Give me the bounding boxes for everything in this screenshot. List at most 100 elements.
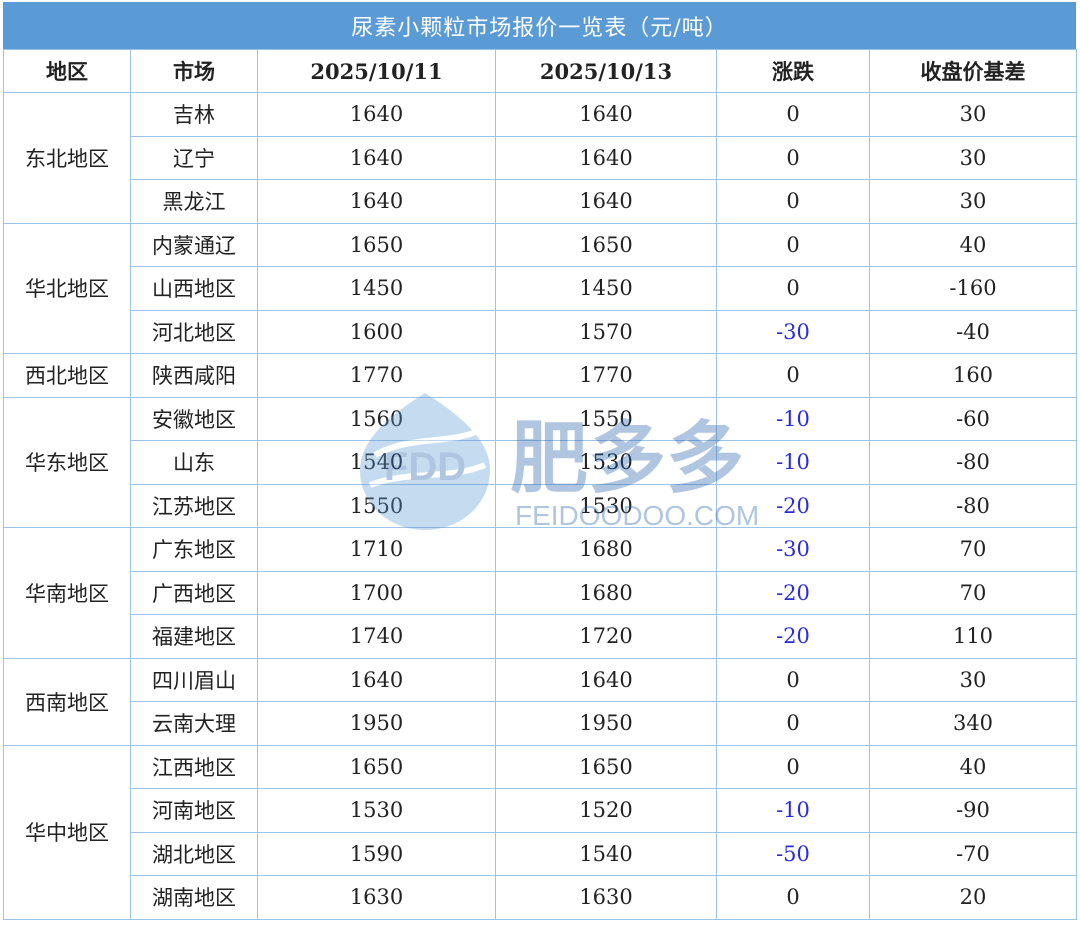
basis-cell: 30 bbox=[869, 92, 1077, 137]
market-cell: 陕西咸阳 bbox=[130, 353, 258, 398]
price-2025-10-13-cell: 1570 bbox=[495, 309, 717, 354]
table-row: 东北地区 吉林 1640 1640 0 30 bbox=[3, 92, 1077, 224]
change-cell: 0 bbox=[716, 92, 870, 137]
market-cell: 广西地区 bbox=[130, 570, 258, 615]
market-cell: 福建地区 bbox=[130, 614, 258, 659]
region-cell: 华中地区 bbox=[3, 744, 131, 920]
price-2025-10-11-cell: 1550 bbox=[257, 483, 496, 528]
basis-cell: 30 bbox=[869, 179, 1077, 224]
header-region: 地区 bbox=[3, 49, 131, 93]
change-cell: -10 bbox=[716, 440, 870, 485]
market-cell: 湖南地区 bbox=[130, 875, 258, 920]
price-2025-10-11-cell: 1740 bbox=[257, 614, 496, 659]
header-row: 地区 市场 2025/10/11 2025/10/13 涨跌 收盘价基差 bbox=[3, 49, 1077, 93]
price-2025-10-13-cell: 1540 bbox=[495, 831, 717, 876]
basis-cell: 160 bbox=[869, 353, 1077, 398]
market-cell: 山西地区 bbox=[130, 266, 258, 311]
market-cell: 安徽地区 bbox=[130, 396, 258, 441]
region-cell: 西北地区 bbox=[3, 353, 131, 398]
market-cell: 河南地区 bbox=[130, 788, 258, 833]
market-cell: 湖北地区 bbox=[130, 831, 258, 876]
price-2025-10-11-cell: 1450 bbox=[257, 266, 496, 311]
market-cell: 江苏地区 bbox=[130, 483, 258, 528]
price-2025-10-13-cell: 1530 bbox=[495, 440, 717, 485]
price-2025-10-13-cell: 1640 bbox=[495, 135, 717, 180]
table-row: 湖北地区 1590 1540 -50 -70 bbox=[4, 831, 1077, 876]
table-title: 尿素小颗粒市场报价一览表（元/吨） bbox=[3, 2, 1076, 49]
table-row: 辽宁 1640 1640 0 30 bbox=[4, 135, 1077, 180]
price-2025-10-13-cell: 1640 bbox=[495, 179, 717, 224]
basis-cell: 70 bbox=[869, 570, 1077, 615]
table-row: 江苏地区 1550 1530 -20 -80 bbox=[4, 483, 1077, 528]
price-2025-10-13-cell: 1640 bbox=[495, 92, 717, 137]
table-row: 广西地区 1700 1680 -20 70 bbox=[4, 570, 1077, 615]
change-cell: -50 bbox=[716, 831, 870, 876]
basis-cell: -60 bbox=[869, 396, 1077, 441]
change-cell: -20 bbox=[716, 570, 870, 615]
price-2025-10-13-cell: 1530 bbox=[495, 483, 717, 528]
price-2025-10-11-cell: 1650 bbox=[257, 744, 496, 789]
basis-cell: -160 bbox=[869, 266, 1077, 311]
change-cell: 0 bbox=[716, 266, 870, 311]
price-2025-10-11-cell: 1560 bbox=[257, 396, 496, 441]
table-row: 华东地区 安徽地区 1560 1550 -10 -60 bbox=[3, 396, 1077, 528]
change-cell: 0 bbox=[716, 701, 870, 746]
price-2025-10-13-cell: 1680 bbox=[495, 570, 717, 615]
price-2025-10-13-cell: 1650 bbox=[495, 222, 717, 267]
table-row: 山东 1540 1530 -10 -80 bbox=[4, 440, 1077, 485]
price-2025-10-11-cell: 1540 bbox=[257, 440, 496, 485]
price-2025-10-13-cell: 1550 bbox=[495, 396, 717, 441]
table-row: 山西地区 1450 1450 0 -160 bbox=[4, 266, 1077, 311]
price-2025-10-11-cell: 1950 bbox=[257, 701, 496, 746]
table-row: 河北地区 1600 1570 -30 -40 bbox=[4, 309, 1077, 354]
price-2025-10-11-cell: 1640 bbox=[257, 92, 496, 137]
table-row: 福建地区 1740 1720 -20 110 bbox=[4, 614, 1077, 659]
basis-cell: 20 bbox=[869, 875, 1077, 920]
table-row: 云南大理 1950 1950 0 340 bbox=[4, 701, 1077, 746]
change-cell: 0 bbox=[716, 135, 870, 180]
header-market: 市场 bbox=[130, 49, 258, 93]
change-cell: 0 bbox=[716, 222, 870, 267]
basis-cell: 30 bbox=[869, 657, 1077, 702]
table-row: 华中地区 江西地区 1650 1650 0 40 bbox=[3, 744, 1077, 920]
basis-cell: -90 bbox=[869, 788, 1077, 833]
basis-cell: 340 bbox=[869, 701, 1077, 746]
change-cell: -20 bbox=[716, 483, 870, 528]
region-cell: 华北地区 bbox=[3, 222, 131, 354]
header-date-1: 2025/10/11 bbox=[257, 49, 496, 93]
price-2025-10-11-cell: 1640 bbox=[257, 657, 496, 702]
table-body: 东北地区 吉林 1640 1640 0 30 辽宁 1640 1640 0 30 黑龙江 1640 164… bbox=[3, 92, 1077, 920]
market-cell: 广东地区 bbox=[130, 527, 258, 572]
basis-cell: 70 bbox=[869, 527, 1077, 572]
market-cell: 内蒙通辽 bbox=[130, 222, 258, 267]
basis-cell: 40 bbox=[869, 744, 1077, 789]
price-2025-10-13-cell: 1450 bbox=[495, 266, 717, 311]
change-cell: -20 bbox=[716, 614, 870, 659]
table-row: 华南地区 广东地区 1710 1680 -30 70 bbox=[3, 527, 1077, 659]
region-cell: 西南地区 bbox=[3, 657, 131, 746]
basis-cell: 110 bbox=[869, 614, 1077, 659]
region-cell: 东北地区 bbox=[3, 92, 131, 224]
basis-cell: -80 bbox=[869, 483, 1077, 528]
market-cell: 江西地区 bbox=[130, 744, 258, 789]
price-2025-10-13-cell: 1650 bbox=[495, 744, 717, 789]
change-cell: 0 bbox=[716, 179, 870, 224]
price-2025-10-13-cell: 1640 bbox=[495, 657, 717, 702]
market-cell: 四川眉山 bbox=[130, 657, 258, 702]
price-2025-10-13-cell: 1630 bbox=[495, 875, 717, 920]
table-row: 湖南地区 1630 1630 0 20 bbox=[4, 875, 1077, 920]
header-basis: 收盘价基差 bbox=[869, 49, 1077, 93]
price-2025-10-11-cell: 1590 bbox=[257, 831, 496, 876]
price-table: 地区 市场 2025/10/11 2025/10/13 涨跌 收盘价基差 东北地… bbox=[3, 49, 1077, 920]
table-row: 华北地区 内蒙通辽 1650 1650 0 40 bbox=[3, 222, 1077, 354]
market-cell: 吉林 bbox=[130, 92, 258, 137]
change-cell: 0 bbox=[716, 657, 870, 702]
table-row: 河南地区 1530 1520 -10 -90 bbox=[4, 788, 1077, 833]
change-cell: -10 bbox=[716, 788, 870, 833]
price-2025-10-13-cell: 1680 bbox=[495, 527, 717, 572]
region-cell: 华东地区 bbox=[3, 396, 131, 528]
price-2025-10-11-cell: 1630 bbox=[257, 875, 496, 920]
market-cell: 山东 bbox=[130, 440, 258, 485]
change-cell: 0 bbox=[716, 744, 870, 789]
market-cell: 辽宁 bbox=[130, 135, 258, 180]
